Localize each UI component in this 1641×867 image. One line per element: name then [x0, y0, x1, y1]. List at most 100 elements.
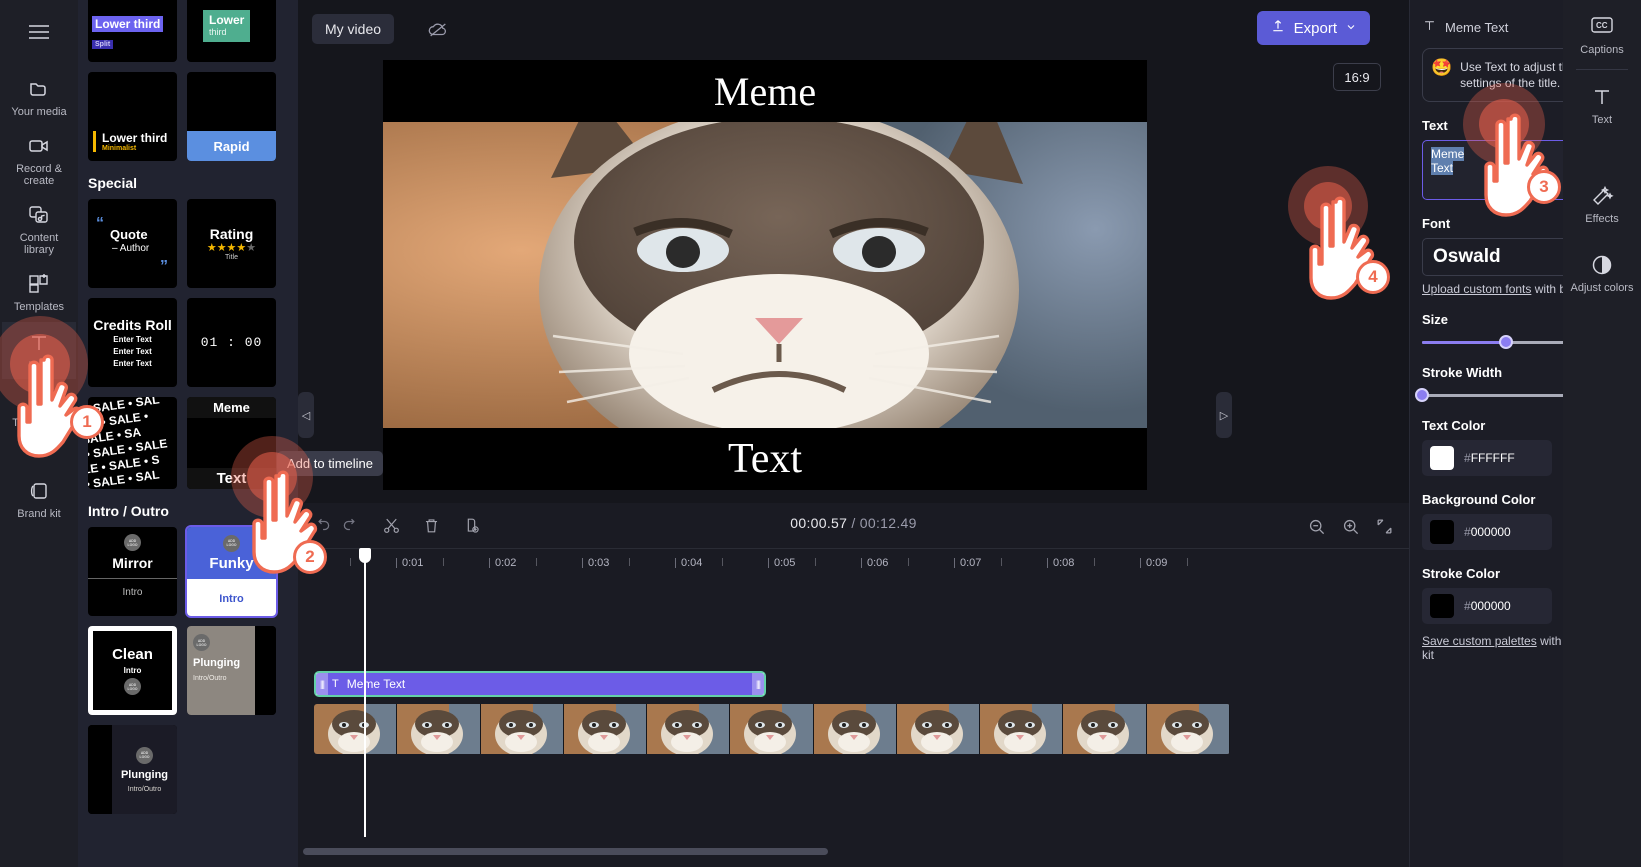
hamburger-icon[interactable] — [19, 12, 59, 52]
timeline-scrollbar-thumb[interactable] — [303, 848, 828, 855]
sidebar-item-brand-kit[interactable]: Brand kit — [2, 470, 76, 527]
clip-trim-handle-right[interactable]: ||| — [752, 673, 764, 695]
template-card-countdown-timer[interactable]: 01 : 00 — [187, 298, 276, 387]
ruler-tick: 0:09 — [1139, 557, 1168, 569]
collapse-properties-button[interactable]: ▷ — [1216, 392, 1232, 438]
background-color-row[interactable]: #000000 — [1422, 514, 1552, 550]
clip-trim-handle-left[interactable]: ||| — [316, 673, 328, 695]
template-card-quote[interactable]: “ Quote – Author ” — [88, 199, 177, 288]
sidebar-item-label: Templates — [13, 301, 65, 313]
sidebar-item-templates[interactable]: Templates — [2, 263, 76, 320]
template-card-lower-third-minimalist[interactable]: Lower third Minimalist — [88, 72, 177, 161]
template-subtitle: Split — [92, 40, 114, 49]
ruler-tick: 0:01 — [395, 557, 424, 569]
timeline-text-clip[interactable]: ||| T Meme Text ||| — [314, 671, 766, 697]
export-button[interactable]: Export — [1256, 11, 1370, 45]
quote-close-icon: ” — [160, 258, 168, 275]
clip-label: Meme Text — [346, 677, 406, 691]
aspect-ratio-button[interactable]: 16:9 — [1333, 63, 1381, 91]
sidebar-item-label: Record & create — [16, 163, 62, 187]
svg-text:CC: CC — [1596, 21, 1608, 30]
template-subtitle: Intro — [123, 666, 142, 675]
ruler-tick: 0:06 — [860, 557, 889, 569]
save-custom-palettes-link[interactable]: Save custom palettes — [1422, 634, 1537, 648]
text-color-row[interactable]: #FFFFFF — [1422, 440, 1552, 476]
template-card-plunging-2[interactable]: ADD LOGO Plunging Intro/Outro — [88, 725, 177, 814]
top-toolbar: My video Export — [298, 0, 1409, 58]
sidebar-item-label: Captions — [1580, 44, 1624, 56]
timeline-playhead[interactable] — [359, 548, 371, 837]
template-title: Funky — [209, 554, 254, 572]
upload-custom-fonts-link[interactable]: Upload custom fonts — [1422, 282, 1531, 296]
sidebar-item-content-library[interactable]: Content library — [2, 194, 76, 263]
video-thumbnail — [480, 704, 564, 754]
timeline-area: 00:00.57 / 00:12.49 0 0:01 0:02 0:03 0:0… — [298, 503, 1409, 867]
add-logo-icon: ADD LOGO — [136, 746, 153, 764]
ruler-tick: 0:08 — [1046, 557, 1075, 569]
add-logo-icon: ADD LOGO — [223, 534, 240, 552]
size-slider-knob[interactable] — [1498, 335, 1513, 349]
stroke-color-swatch[interactable] — [1430, 594, 1454, 618]
adjust-colors-icon — [1590, 253, 1614, 277]
meme-top-text[interactable]: Meme — [383, 60, 1147, 122]
text-icon — [1590, 85, 1614, 109]
template-card-credits-roll[interactable]: Credits Roll Enter Text Enter Text Enter… — [88, 298, 177, 387]
sidebar-item-transitions[interactable]: Transitions — [2, 379, 76, 436]
ruler-tick: 0:07 — [953, 557, 982, 569]
sidebar-item-label: Effects — [1585, 213, 1619, 225]
stroke-width-slider-knob[interactable] — [1415, 388, 1429, 402]
template-card-sale[interactable]: E • SALE • SAL ALE • SALE • • SALE • SA … — [88, 397, 177, 489]
sidebar-item-captions[interactable]: CC Captions — [1565, 6, 1639, 63]
template-card-mirror[interactable]: ADD LOGO Mirror Intro — [88, 527, 177, 616]
current-time: 00:00.57 — [790, 515, 848, 531]
template-card-clean[interactable]: Clean Intro ADD LOGO — [88, 626, 177, 715]
template-title: Quote — [110, 227, 148, 242]
aspect-ratio-label: 16:9 — [1344, 69, 1370, 85]
upload-icon — [1270, 18, 1286, 38]
sidebar-item-effects[interactable]: Effects — [1565, 175, 1639, 232]
video-thumbnail — [1146, 704, 1230, 754]
collapse-library-button[interactable]: ◁ — [298, 392, 314, 438]
template-subtitle: Intro — [187, 579, 276, 616]
sidebar-item-text[interactable]: Text — [2, 322, 76, 379]
library-icon — [27, 203, 51, 227]
timeline-toolbar: 00:00.57 / 00:12.49 — [298, 503, 1409, 548]
meme-bottom-text[interactable]: Text — [383, 428, 1147, 490]
sidebar-item-label: Brand kit — [17, 508, 61, 520]
lower-thirds-grid: Lower third Split Lower third Lower thir… — [88, 0, 288, 161]
zoom-out-icon[interactable] — [1301, 511, 1331, 541]
template-title: Mirror — [112, 555, 153, 571]
video-thumbnail — [647, 704, 731, 754]
library-section-special: Special — [88, 175, 138, 191]
sidebar-item-your-media[interactable]: Your media — [2, 68, 76, 125]
template-subtitle: Intro/Outro — [127, 785, 162, 793]
add-logo-icon: ADD LOGO — [193, 634, 210, 651]
cloud-off-icon[interactable] — [422, 14, 454, 44]
hex-value: 000000 — [1470, 525, 1511, 539]
timeline-video-track[interactable] — [314, 704, 1230, 754]
zoom-in-icon[interactable] — [1335, 511, 1365, 541]
template-subtitle: Text — [187, 468, 276, 489]
sidebar-item-record-create[interactable]: Record & create — [2, 125, 76, 194]
video-camera-icon — [27, 134, 51, 158]
timeline-ruler[interactable]: 0 0:01 0:02 0:03 0:04 0:05 0:06 0:07 0:0… — [298, 548, 1409, 576]
project-title-button[interactable]: My video — [312, 14, 395, 44]
sidebar-item-text-right[interactable]: Text — [1565, 76, 1639, 133]
video-thumbnail — [896, 704, 981, 754]
template-card-funky[interactable]: ADD LOGO Funky Intro — [185, 525, 278, 618]
template-card-plunging-1[interactable]: ADD LOGO Plunging Intro/Outro — [187, 626, 276, 715]
template-card-meme[interactable]: Meme Text + — [187, 397, 276, 489]
template-card-rapid[interactable]: Rapid — [187, 72, 276, 161]
background-color-hex: #000000 — [1464, 525, 1511, 539]
template-card-lower-third-green[interactable]: Lower third — [187, 0, 276, 62]
text-color-swatch[interactable] — [1430, 446, 1454, 470]
template-card-lower-third-split[interactable]: Lower third Split — [88, 0, 177, 62]
background-color-swatch[interactable] — [1430, 520, 1454, 544]
template-card-rating[interactable]: Rating ★★★★★ Title — [187, 199, 276, 288]
video-canvas[interactable]: Meme Text — [383, 60, 1147, 490]
sidebar-item-adjust-colors[interactable]: Adjust colors — [1565, 244, 1639, 301]
template-title: Lower — [209, 13, 245, 27]
stroke-color-row[interactable]: #000000 — [1422, 588, 1552, 624]
template-subtitle: Title — [225, 254, 238, 261]
fit-to-screen-icon[interactable] — [1369, 511, 1399, 541]
